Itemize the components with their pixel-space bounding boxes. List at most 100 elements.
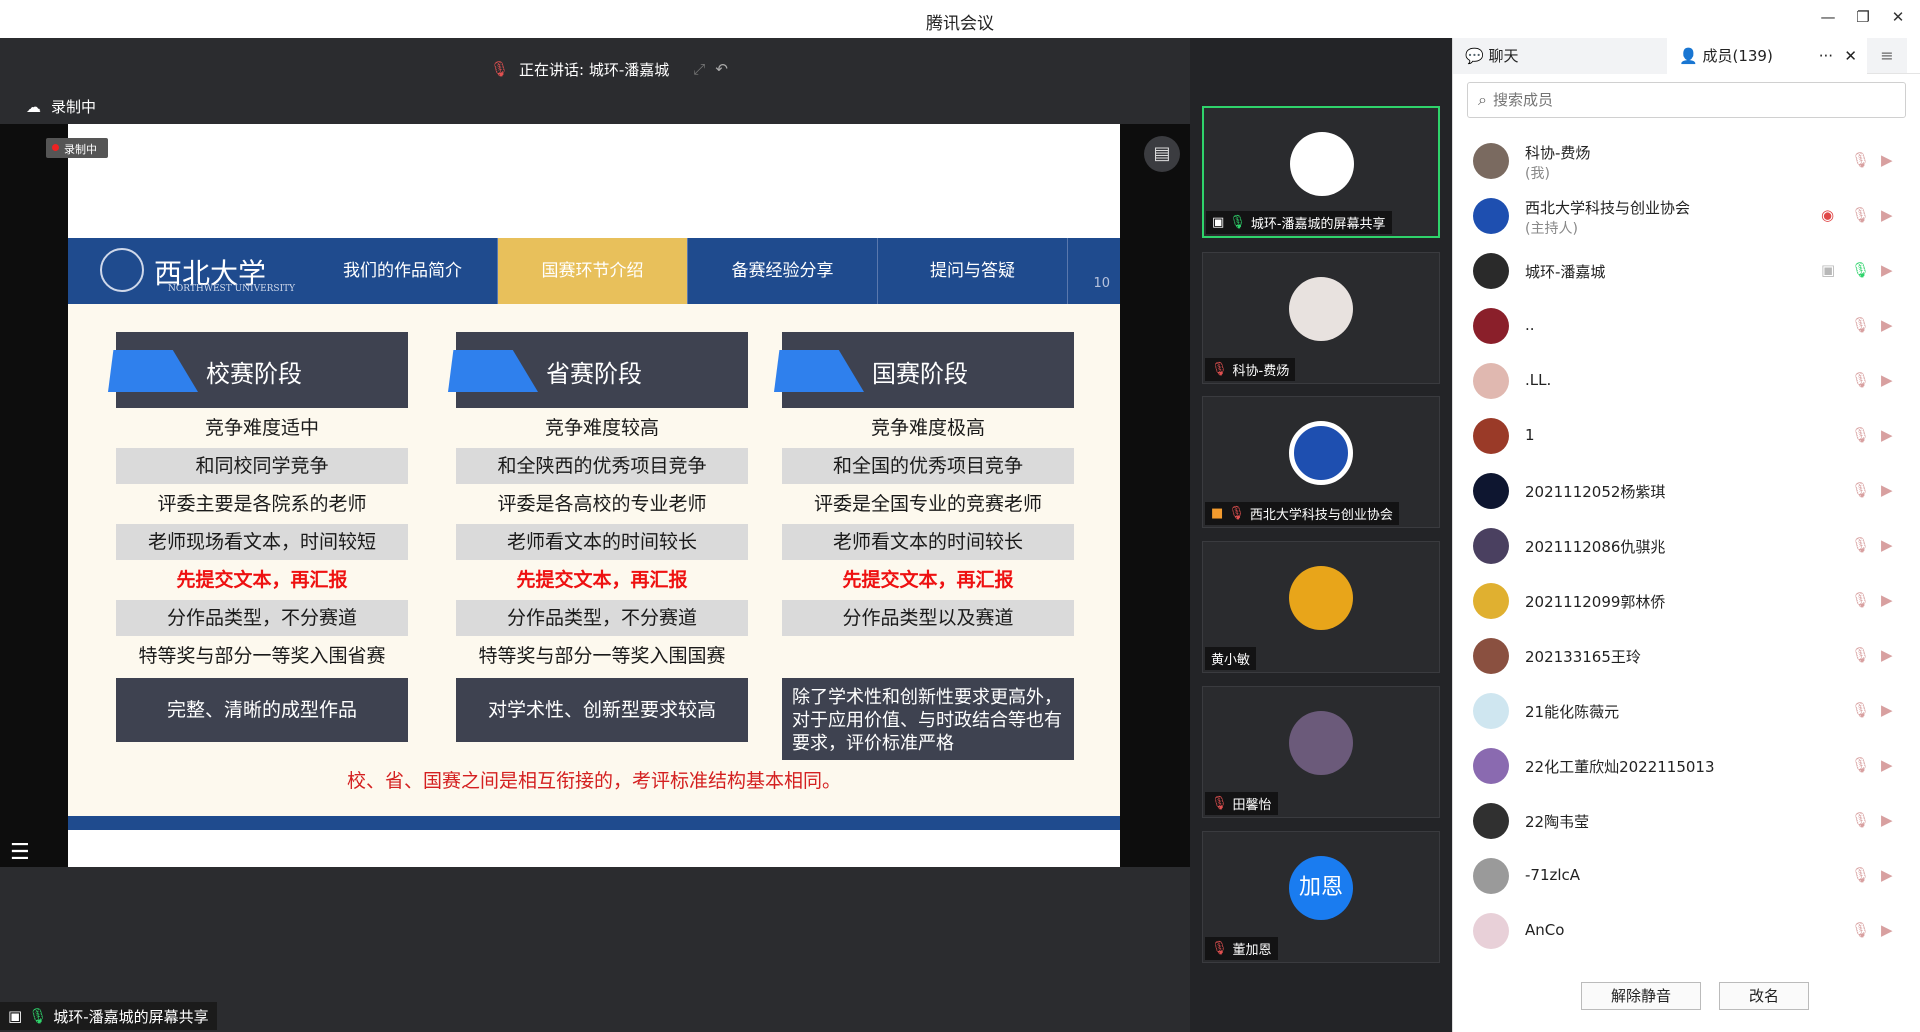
camera-off-icon[interactable]: ▶ <box>1881 316 1893 334</box>
chat-icon: 💬 <box>1465 47 1484 65</box>
camera-off-icon[interactable]: ▶ <box>1881 536 1893 554</box>
video-tile[interactable]: 🎙 田馨怡 <box>1202 686 1440 818</box>
unmute-all-button[interactable]: 解除静音 <box>1581 982 1701 1010</box>
column-row: 分作品类型，不分赛道 <box>456 600 748 636</box>
tab-members[interactable]: 👤 成员(139) ··· ✕ <box>1667 38 1867 74</box>
column-row: 老师现场看文本，时间较短 <box>116 524 408 560</box>
slide-page-number: 10 <box>1093 276 1110 291</box>
list-item[interactable]: 西北大学科技与创业协会 (主持人) ◉ 🎙 ▶ <box>1453 189 1920 244</box>
fullscreen-icon[interactable]: ⤢ <box>693 60 705 78</box>
list-item[interactable]: 22陶韦莹 🎙 ▶ <box>1453 794 1920 849</box>
avatar <box>1473 638 1509 674</box>
close-panel-icon[interactable]: ✕ <box>1844 38 1857 74</box>
mic-muted-icon[interactable]: 🎙 <box>1851 866 1870 884</box>
member-name: 22陶韦莹 <box>1525 813 1590 831</box>
camera-off-icon[interactable]: ▶ <box>1881 811 1893 829</box>
mic-icon[interactable]: 🎙 <box>1851 261 1870 279</box>
tile-label: 🎙 田馨怡 <box>1205 792 1278 815</box>
column-row: 竞争难度适中 <box>204 417 319 439</box>
video-tile[interactable]: 🎙 科协-费炀 <box>1202 252 1440 384</box>
menu-icon[interactable]: ≡ <box>1867 38 1907 73</box>
list-item[interactable]: 2021112086仇骐兆 🎙 ▶ <box>1453 519 1920 574</box>
column-row: 评委是全国专业的竞赛老师 <box>813 493 1042 515</box>
minimize-button[interactable]: — <box>1815 8 1841 30</box>
camera-off-icon[interactable]: ▶ <box>1881 701 1893 719</box>
video-tile[interactable]: 黄小敏 <box>1202 541 1440 673</box>
list-item[interactable]: .LL. 🎙 ▶ <box>1453 354 1920 409</box>
close-button[interactable]: ✕ <box>1885 8 1911 30</box>
list-item[interactable]: AnCo 🎙 ▶ <box>1453 904 1920 959</box>
recording-icon: ◉ <box>1821 206 1835 224</box>
mic-muted-icon[interactable]: 🎙 <box>1851 206 1870 224</box>
mic-muted-icon[interactable]: 🎙 <box>1851 151 1870 169</box>
list-item[interactable]: 2021112099郭林侨 🎙 ▶ <box>1453 574 1920 629</box>
avatar <box>1473 693 1509 729</box>
avatar <box>1473 858 1509 894</box>
avatar: 加恩 <box>1289 856 1353 920</box>
member-name: 城环-潘嘉城 <box>1525 263 1606 281</box>
member-name: -71zlcA <box>1525 866 1581 884</box>
more-options-icon[interactable]: ··· <box>1819 38 1833 74</box>
list-item[interactable]: 2021112052杨紫琪 🎙 ▶ <box>1453 464 1920 519</box>
avatar <box>1473 473 1509 509</box>
camera-off-icon[interactable]: ▶ <box>1881 261 1893 279</box>
list-item[interactable]: 1 🎙 ▶ <box>1453 409 1920 464</box>
mic-muted-icon: 🎙 <box>1211 362 1228 377</box>
mic-muted-icon[interactable]: 🎙 <box>1851 701 1870 719</box>
search-input[interactable] <box>1492 91 1873 109</box>
video-tile[interactable]: 加恩 🎙 董加恩 <box>1202 831 1440 963</box>
avatar <box>1473 913 1509 949</box>
camera-off-icon[interactable]: ▶ <box>1881 646 1893 664</box>
list-icon[interactable]: ☰ <box>10 840 30 865</box>
screen-share-icon: ▣ <box>8 1007 23 1025</box>
back-icon[interactable]: ↶ <box>715 60 728 78</box>
member-role: (我) <box>1525 166 1550 182</box>
camera-off-icon[interactable]: ▶ <box>1881 921 1893 939</box>
collapse-panel-icon[interactable]: ▤ <box>1144 136 1180 172</box>
mic-muted-icon[interactable]: 🎙 <box>1851 426 1870 444</box>
list-item[interactable]: 科协-费炀 (我) 🎙 ▶ <box>1453 134 1920 189</box>
restore-button[interactable]: ❐ <box>1850 8 1876 30</box>
list-item[interactable]: -71zlcA 🎙 ▶ <box>1453 849 1920 904</box>
camera-off-icon[interactable]: ▶ <box>1881 591 1893 609</box>
tab-chat[interactable]: 💬 聊天 <box>1453 38 1667 74</box>
list-item[interactable]: .. 🎙 ▶ <box>1453 299 1920 354</box>
screen-share-icon: ▣ <box>1212 215 1225 230</box>
avatar <box>1473 253 1509 289</box>
video-tile[interactable]: ▣ 🎙 城环-潘嘉城的屏幕共享 <box>1202 106 1440 238</box>
mic-muted-icon[interactable]: 🎙 <box>1851 756 1870 774</box>
mic-muted-icon[interactable]: 🎙 <box>1851 316 1870 334</box>
mic-muted-icon[interactable]: 🎙 <box>1851 811 1870 829</box>
screen-share-icon: ▣ <box>1821 261 1836 279</box>
mic-muted-icon: 🎙 <box>1211 796 1228 811</box>
share-label-text: 城环-潘嘉城的屏幕共享 <box>53 1007 209 1026</box>
mic-muted-icon[interactable]: 🎙 <box>1851 536 1870 554</box>
mic-muted-icon[interactable]: 🎙 <box>1851 921 1870 939</box>
member-search[interactable]: ⌕ <box>1467 82 1906 118</box>
camera-off-icon[interactable]: ▶ <box>1881 206 1893 224</box>
mic-muted-icon[interactable]: 🎙 <box>1851 646 1870 664</box>
list-item[interactable]: 21能化陈薇元 🎙 ▶ <box>1453 684 1920 739</box>
camera-off-icon[interactable]: ▶ <box>1881 866 1893 884</box>
list-item[interactable]: 22化工董欣灿2022115013 🎙 ▶ <box>1453 739 1920 794</box>
camera-off-icon[interactable]: ▶ <box>1881 481 1893 499</box>
video-tile[interactable]: ■ 🎙 西北大学科技与创业协会 <box>1202 396 1440 528</box>
column-row: 评委是各高校的专业老师 <box>497 493 707 515</box>
camera-off-icon[interactable]: ▶ <box>1881 151 1893 169</box>
mic-muted-icon[interactable]: 🎙 <box>1851 481 1870 499</box>
tab-members-label: 成员(139) <box>1702 47 1773 65</box>
camera-off-icon[interactable]: ▶ <box>1881 426 1893 444</box>
column-row: 竞争难度极高 <box>870 417 985 439</box>
rename-button[interactable]: 改名 <box>1719 982 1809 1010</box>
mic-muted-icon[interactable]: 🎙 <box>1851 371 1870 389</box>
mic-muted-icon[interactable]: 🎙 <box>1851 591 1870 609</box>
column-title: 国赛阶段 <box>872 360 968 388</box>
column-row: 分作品类型，不分赛道 <box>116 600 408 636</box>
list-item[interactable]: 202133165王玲 🎙 ▶ <box>1453 629 1920 684</box>
list-item[interactable]: 城环-潘嘉城 ▣ 🎙 ▶ <box>1453 244 1920 299</box>
camera-off-icon[interactable]: ▶ <box>1881 756 1893 774</box>
column-row-highlight: 先提交文本，再汇报 <box>516 569 688 591</box>
column-row-highlight: 先提交文本，再汇报 <box>176 569 348 591</box>
slide-tab-qa: 提问与答疑 <box>878 238 1068 304</box>
camera-off-icon[interactable]: ▶ <box>1881 371 1893 389</box>
